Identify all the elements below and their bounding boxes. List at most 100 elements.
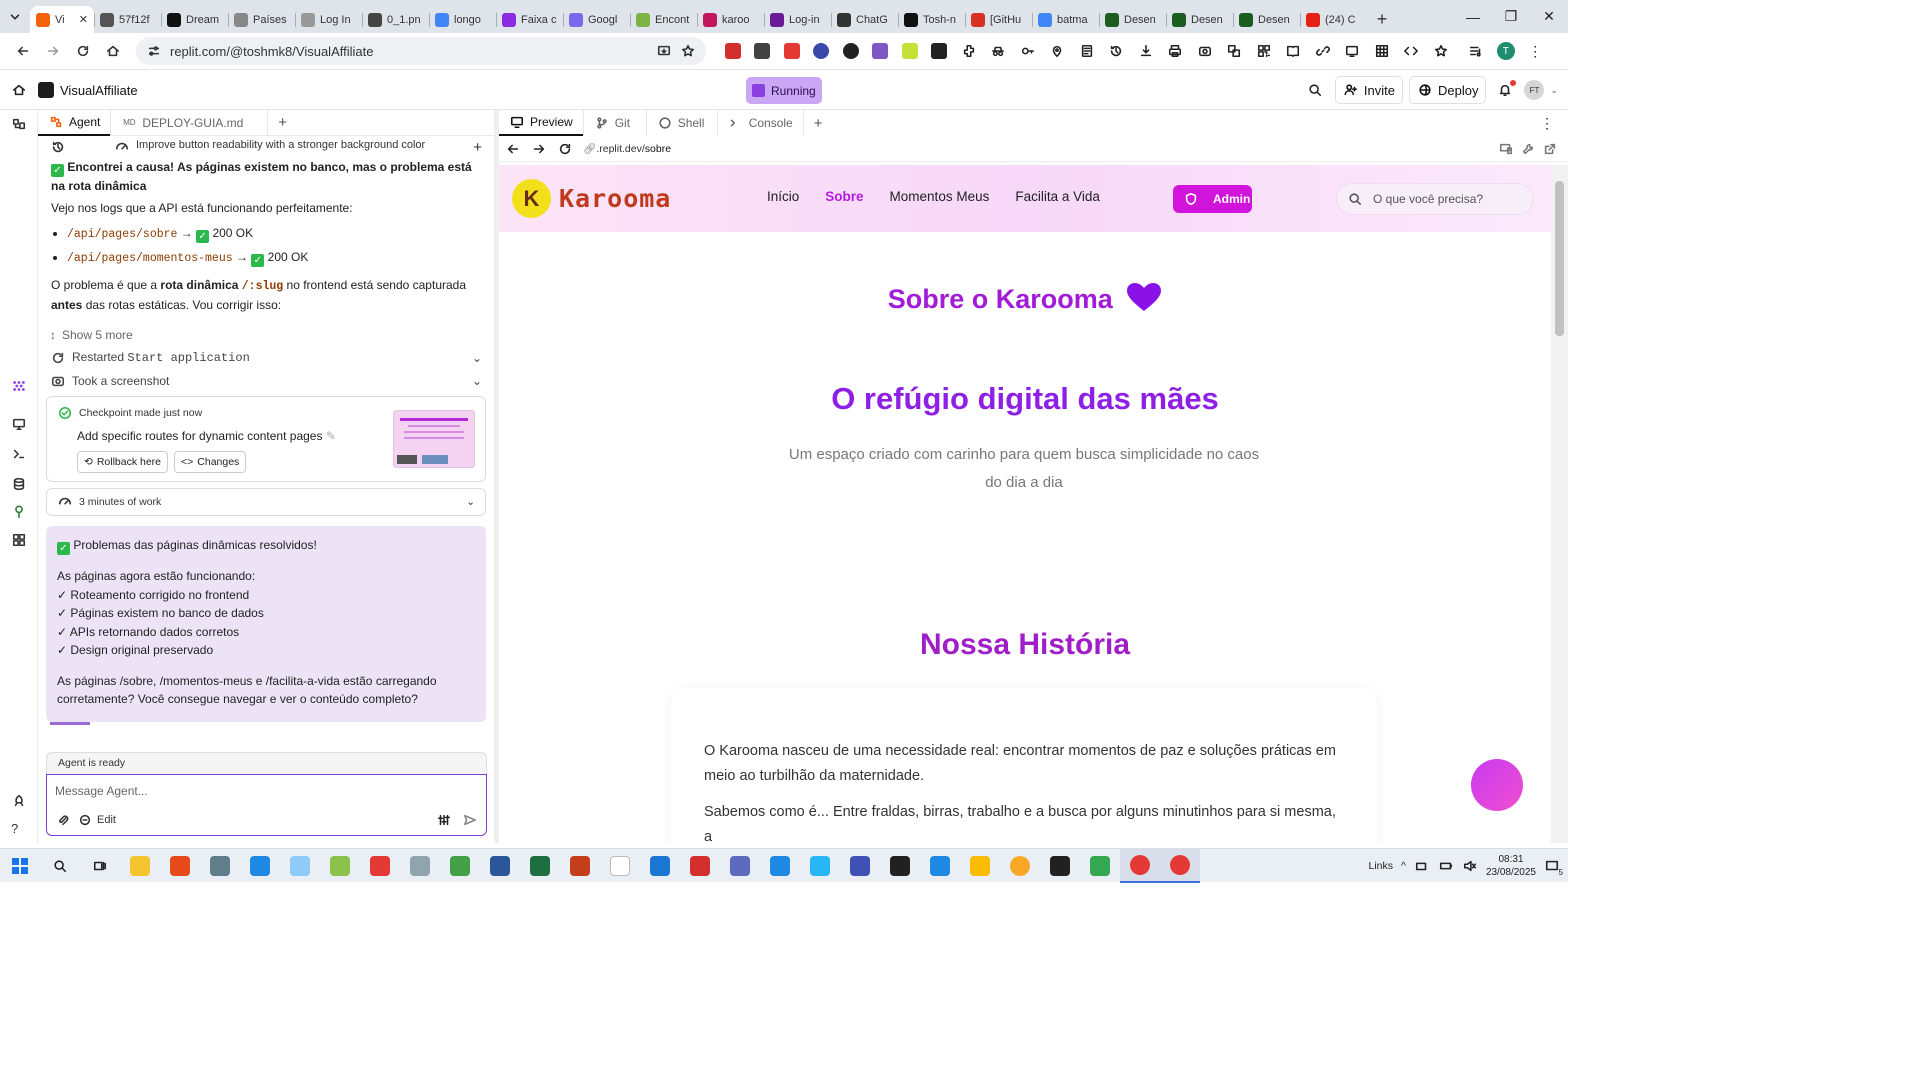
- browser-tab[interactable]: ChatG: [831, 6, 898, 33]
- file-tree-icon[interactable]: [11, 116, 27, 132]
- profile-avatar[interactable]: T: [1491, 36, 1521, 66]
- tablet-view-icon[interactable]: [1338, 36, 1368, 66]
- site-logo[interactable]: K Karooma: [512, 179, 671, 218]
- changes-button[interactable]: <> Changes: [174, 451, 247, 473]
- preview-url[interactable]: 🔗︎.replit.dev/sobre: [583, 142, 671, 155]
- preview-scrollbar[interactable]: [1551, 165, 1568, 843]
- taskbar-app-icon[interactable]: [960, 849, 1000, 883]
- edit-pencil-icon[interactable]: ✎: [326, 429, 336, 443]
- taskbar-app-icon[interactable]: [600, 849, 640, 883]
- browser-extension-icon[interactable]: [807, 36, 837, 66]
- chat-thread-title[interactable]: Improve button readability with a strong…: [136, 139, 425, 155]
- tab-search-icon[interactable]: [0, 0, 30, 33]
- link-icon[interactable]: [1308, 36, 1338, 66]
- attach-icon[interactable]: [55, 812, 71, 828]
- tab-agent[interactable]: Agent: [38, 110, 111, 136]
- taskbar-app-icon[interactable]: [440, 849, 480, 883]
- browser-tab[interactable]: Googl: [563, 6, 630, 33]
- taskbar-app-icon[interactable]: [880, 849, 920, 883]
- qr-code-icon[interactable]: [1249, 36, 1279, 66]
- screenshot-row[interactable]: Took a screenshot ⌄: [38, 369, 494, 392]
- new-chat-button[interactable]: +: [473, 139, 482, 156]
- downloads-icon[interactable]: [1131, 36, 1161, 66]
- devtools-wrench-icon[interactable]: [1520, 141, 1536, 157]
- send-icon[interactable]: [462, 812, 478, 828]
- taskbar-app-icon[interactable]: [1080, 849, 1120, 883]
- scrollbar-thumb[interactable]: [1555, 181, 1564, 336]
- add-tab-button[interactable]: +: [267, 109, 297, 136]
- tab-git[interactable]: Git: [582, 110, 646, 136]
- site-nav-link[interactable]: Facilita a Vida: [1015, 189, 1100, 204]
- browser-extension-icon[interactable]: [777, 36, 807, 66]
- home-icon[interactable]: [98, 36, 128, 66]
- start-button[interactable]: [0, 849, 40, 883]
- browser-extension-icon[interactable]: [866, 36, 896, 66]
- address-bar[interactable]: replit.com/@toshmk8/VisualAffiliate: [136, 37, 706, 65]
- links-toolbar[interactable]: Links: [1368, 860, 1393, 872]
- browser-extension-icon[interactable]: [748, 36, 778, 66]
- browser-menu-icon[interactable]: ⋮: [1521, 36, 1551, 66]
- all-tools-grid-icon[interactable]: [11, 532, 27, 548]
- browser-tab[interactable]: [GitHu: [965, 6, 1032, 33]
- taskbar-app-icon[interactable]: [200, 849, 240, 883]
- tab-preview[interactable]: Preview: [499, 110, 583, 136]
- tray-overflow-icon[interactable]: ^: [1401, 860, 1406, 872]
- preview-forward-icon[interactable]: [531, 141, 547, 157]
- pane-menu-icon[interactable]: ⋮: [1540, 115, 1568, 132]
- browser-tab[interactable]: longo: [429, 6, 496, 33]
- close-window-icon[interactable]: ✕: [1530, 0, 1568, 33]
- taskbar-app-icon[interactable]: [1000, 849, 1040, 883]
- browser-extension-icon[interactable]: [895, 36, 925, 66]
- chevron-down-icon[interactable]: ⌄: [472, 351, 482, 365]
- tab-console[interactable]: Console: [716, 110, 803, 136]
- taskbar-app-icon[interactable]: [400, 849, 440, 883]
- incognito-icon[interactable]: [984, 36, 1014, 66]
- site-info-icon[interactable]: [146, 43, 162, 59]
- user-menu-chevron-icon[interactable]: ⌄: [1550, 85, 1558, 96]
- back-icon[interactable]: [8, 36, 38, 66]
- work-summary-row[interactable]: 3 minutes of work ⌄: [46, 488, 486, 516]
- agent-icon[interactable]: [11, 378, 27, 394]
- agent-message-input[interactable]: [55, 781, 455, 801]
- taskbar-app-icon[interactable]: [320, 849, 360, 883]
- new-tab-button[interactable]: +: [1367, 6, 1397, 33]
- search-icon[interactable]: [1301, 82, 1329, 98]
- browser-tab[interactable]: Encont: [630, 6, 697, 33]
- floating-chat-button[interactable]: [1471, 759, 1523, 811]
- replit-home-icon[interactable]: [0, 82, 38, 98]
- taskbar-app-icon[interactable]: [760, 849, 800, 883]
- print-icon[interactable]: [1161, 36, 1191, 66]
- integrations-tree-icon[interactable]: [11, 504, 27, 520]
- taskbar-app-icon[interactable]: [840, 849, 880, 883]
- browser-tab[interactable]: Vi ✕: [30, 6, 94, 33]
- settings-sliders-icon[interactable]: [436, 812, 452, 828]
- reload-icon[interactable]: [68, 36, 98, 66]
- taskbar-app-icon[interactable]: [640, 849, 680, 883]
- site-nav-link[interactable]: Sobre: [825, 189, 863, 204]
- location-pin-icon[interactable]: [1043, 36, 1073, 66]
- taskbar-app-icon[interactable]: [280, 849, 320, 883]
- browser-tab[interactable]: 57f12f: [94, 6, 161, 33]
- devices-icon[interactable]: [1498, 141, 1514, 157]
- deploy-button[interactable]: Deploy: [1408, 76, 1487, 104]
- site-nav-link[interactable]: Momentos Meus: [890, 189, 990, 204]
- close-tab-icon[interactable]: ✕: [79, 13, 88, 26]
- preview-reload-icon[interactable]: [557, 141, 573, 157]
- notifications-bell-icon[interactable]: [1492, 80, 1518, 98]
- forward-icon[interactable]: [38, 36, 68, 66]
- browser-tab[interactable]: Log-in: [764, 6, 831, 33]
- screenshot-icon[interactable]: [1190, 36, 1220, 66]
- taskbar-search-icon[interactable]: [40, 849, 80, 883]
- browser-extension-icon[interactable]: [836, 36, 866, 66]
- browser-extension-icon[interactable]: [925, 36, 955, 66]
- system-clock[interactable]: 08:31 23/08/2025: [1486, 853, 1536, 879]
- install-app-icon[interactable]: [656, 43, 672, 59]
- open-new-tab-icon[interactable]: [1542, 141, 1558, 157]
- taskbar-app-icon[interactable]: [1040, 849, 1080, 883]
- browser-tab[interactable]: Desen: [1099, 6, 1166, 33]
- show-more-button[interactable]: ↕ Show 5 more: [38, 323, 494, 346]
- minimize-window-icon[interactable]: —: [1454, 0, 1492, 33]
- network-icon[interactable]: [1414, 858, 1430, 874]
- admin-button[interactable]: Admin: [1173, 185, 1252, 213]
- history-icon[interactable]: [1102, 36, 1132, 66]
